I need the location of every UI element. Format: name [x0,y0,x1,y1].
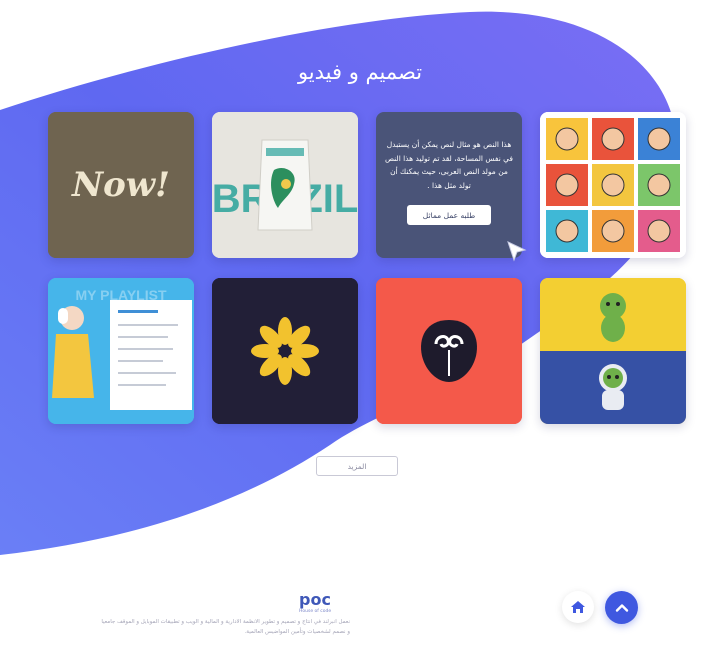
brazil-coffee-art: BRAZIL [212,112,358,258]
turtle-characters-art [540,278,686,424]
playlist-app-art: MY PLAYLIST [48,278,194,424]
scroll-to-top-button[interactable] [605,591,638,624]
now-lettering-art: Now! [48,112,194,258]
portfolio-card-hover[interactable]: هذا النص هو مثال لنص يمكن أن يستبدل في ن… [376,112,522,258]
svg-text:poc: poc [299,590,331,609]
portfolio-card-turtle-characters[interactable] [540,278,686,424]
portfolio-card-brazil-coffee[interactable]: BRAZIL [212,112,358,258]
order-similar-button[interactable]: طلبه عمل مماثل [407,205,491,225]
cursor-icon [507,241,527,262]
hover-caption: هذا النص هو مثال لنص يمكن أن يستبدل في ن… [384,140,514,190]
home-icon [571,601,585,613]
footer-logo: poc House of code [299,590,331,614]
svg-text:House of code: House of code [299,608,331,614]
chevron-up-icon [615,603,628,612]
home-button[interactable] [562,591,594,623]
flower-logo-art [212,278,358,424]
portfolio-card-playlist-app[interactable]: MY PLAYLIST [48,278,194,424]
portfolio-card-now-lettering[interactable]: Now! [48,112,194,258]
avatar-grid-art [540,112,686,258]
portfolio-card-flower-logo[interactable] [212,278,358,424]
section-title: تصميم و فيديو [297,60,423,84]
more-button[interactable]: المزيد [316,456,398,476]
portfolio-card-avatar-grid[interactable] [540,112,686,258]
now-lettering-text: Now! [71,165,170,205]
footer-description: نعمل انبرلند في انتاج و تصميم و تطوير ال… [101,619,350,635]
portfolio-card-swirl-logo[interactable] [376,278,522,424]
swirl-logo-art [376,278,522,424]
